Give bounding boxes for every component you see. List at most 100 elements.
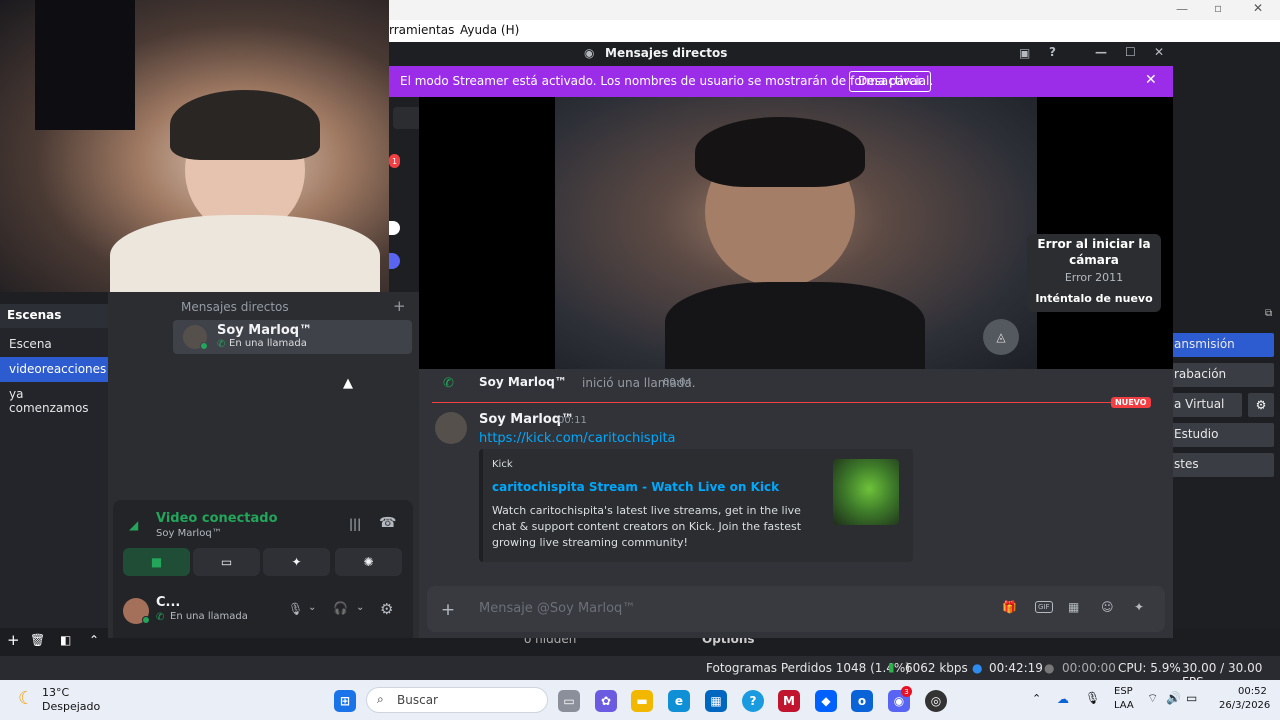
- chevron-up-icon[interactable]: ⌃: [89, 633, 99, 647]
- onedrive-icon[interactable]: ☁: [1057, 692, 1069, 706]
- inbox-icon[interactable]: ▣: [1019, 46, 1030, 60]
- chevron-down-icon[interactable]: ⌄: [356, 602, 364, 613]
- weather-text[interactable]: Despejado: [42, 700, 100, 713]
- dm-home-icon[interactable]: [393, 107, 419, 129]
- add-attachment-icon[interactable]: +: [437, 599, 459, 621]
- task-view-icon[interactable]: ▭: [558, 690, 580, 712]
- activities-button[interactable]: ✦: [263, 548, 330, 576]
- embed-description: Watch caritochispita's latest live strea…: [492, 504, 802, 549]
- dm-item[interactable]: Soy Marloq™ ✆ En una llamada: [173, 320, 412, 354]
- scene-item[interactable]: ya comenzamos: [0, 382, 108, 415]
- mcafee-icon[interactable]: M: [778, 690, 800, 712]
- clock-date[interactable]: 26/3/2026: [1219, 700, 1270, 711]
- deactivate-button[interactable]: Desactivar: [849, 71, 932, 92]
- close-icon[interactable]: ✕: [1154, 45, 1164, 59]
- shirt: [665, 282, 925, 369]
- outlook-icon[interactable]: o: [851, 690, 873, 712]
- settings-button[interactable]: stes: [1168, 453, 1274, 477]
- embed-thumbnail[interactable]: [833, 459, 899, 525]
- chevron-down-icon[interactable]: ⌄: [308, 602, 316, 613]
- gift-icon[interactable]: 🎁: [1002, 600, 1017, 614]
- message-time: 00:11: [558, 415, 587, 426]
- minimize-icon[interactable]: —: [1095, 45, 1107, 59]
- chevron-up-icon[interactable]: ⌃: [1032, 692, 1041, 705]
- soundboard-button[interactable]: ✺: [335, 548, 402, 576]
- filter-icon[interactable]: ◧: [60, 633, 71, 647]
- screen-share-button[interactable]: ▭: [193, 548, 260, 576]
- emoji-icon[interactable]: ☺: [1101, 600, 1114, 614]
- avatar[interactable]: [435, 412, 467, 444]
- microphone-icon[interactable]: 🎙: [1085, 691, 1100, 705]
- window-title: Mensajes directos: [605, 46, 728, 60]
- search-box[interactable]: ⌕ Buscar: [366, 687, 548, 713]
- help-icon[interactable]: ?: [742, 690, 764, 712]
- scene-item[interactable]: videoreacciones: [0, 357, 108, 382]
- message-link[interactable]: https://kick.com/caritochispita: [479, 431, 676, 446]
- message-input[interactable]: Mensaje @Soy Marloq™: [479, 601, 635, 616]
- live-time: 00:42:19: [989, 661, 1043, 675]
- menu-tools[interactable]: rramientas: [389, 23, 454, 37]
- dm-user-name: Soy Marloq™: [217, 323, 313, 338]
- apps-icon[interactable]: ✦: [1134, 600, 1144, 614]
- dropped-frames: Fotogramas Perdidos 1048 (1.4%): [706, 661, 910, 675]
- voice-panel: ◢ Video conectado Soy Marloq™ ||| ☎ ■ ▭ …: [113, 500, 413, 586]
- obs-icon[interactable]: ◎: [925, 690, 947, 712]
- menu-help[interactable]: Ayuda (H): [460, 23, 519, 37]
- soundboard-icon[interactable]: |||: [349, 517, 361, 531]
- search-input: Buscar: [397, 693, 438, 707]
- headphones-icon[interactable]: 🎧: [333, 601, 348, 615]
- add-icon[interactable]: +: [7, 631, 20, 649]
- retry-button[interactable]: Inténtalo de nuevo: [1027, 292, 1161, 305]
- volume-icon[interactable]: 🔊: [1166, 691, 1181, 705]
- signal-icon[interactable]: ◢: [129, 518, 138, 532]
- cpu-usage: CPU: 5.9%: [1118, 661, 1181, 675]
- self-status: En una llamada: [170, 611, 248, 622]
- studio-mode-button[interactable]: Estudio: [1168, 423, 1274, 447]
- windows-start-icon[interactable]: ⊞: [334, 690, 356, 712]
- close-icon[interactable]: ✕: [1253, 1, 1263, 15]
- close-icon[interactable]: ✕: [1145, 72, 1157, 88]
- maximize-icon[interactable]: ▫: [1214, 1, 1222, 15]
- gif-icon[interactable]: GIF: [1035, 601, 1053, 613]
- wifi-icon[interactable]: ⌔: [1147, 691, 1158, 706]
- cursor-icon: ▲: [343, 376, 353, 391]
- edge-icon[interactable]: e: [668, 690, 690, 712]
- server-icon[interactable]: [389, 253, 400, 269]
- virtual-camera-button[interactable]: a Virtual: [1168, 393, 1242, 417]
- start-recording-button[interactable]: rabación: [1168, 363, 1274, 387]
- voice-status[interactable]: Video conectado: [156, 511, 278, 526]
- clock-time[interactable]: 00:52: [1238, 686, 1267, 697]
- minimize-icon[interactable]: —: [1176, 2, 1188, 16]
- server-icon[interactable]: [389, 221, 400, 235]
- microphone-icon[interactable]: 🎙: [288, 602, 303, 616]
- gear-icon[interactable]: ⚙: [380, 600, 393, 618]
- add-dm-icon[interactable]: +: [393, 297, 406, 315]
- phone-icon: ✆: [443, 376, 454, 391]
- hangup-icon[interactable]: ☎: [379, 515, 396, 531]
- store-icon[interactable]: ▦: [705, 690, 727, 712]
- trash-icon[interactable]: 🗑: [30, 633, 45, 647]
- start-streaming-button[interactable]: ansmisión: [1168, 333, 1274, 357]
- undock-icon[interactable]: ⧉: [1265, 308, 1272, 319]
- remote-video-tile[interactable]: ◬: [555, 97, 1037, 369]
- call-event-user[interactable]: Soy Marloq™: [479, 375, 567, 389]
- lang-bottom[interactable]: LAA: [1114, 700, 1134, 711]
- new-badge: NUEVO: [1111, 397, 1151, 408]
- embed-title[interactable]: caritochispita Stream - Watch Live on Ki…: [492, 480, 779, 494]
- help-icon[interactable]: ?: [1049, 45, 1056, 59]
- weather-temp[interactable]: 13°C: [42, 686, 69, 699]
- gear-icon[interactable]: ⚙: [1248, 393, 1274, 417]
- phone-icon: ✆: [156, 612, 165, 623]
- lang-top[interactable]: ESP: [1114, 686, 1133, 697]
- self-name[interactable]: C...: [156, 595, 180, 610]
- folder-icon[interactable]: ▬: [631, 690, 653, 712]
- battery-icon[interactable]: ▭: [1186, 691, 1197, 705]
- scene-item[interactable]: Escena: [0, 332, 108, 357]
- sticker-icon[interactable]: ▦: [1068, 600, 1079, 614]
- moon-icon[interactable]: ☾: [18, 688, 34, 709]
- maximize-icon[interactable]: ☐: [1125, 45, 1136, 59]
- cast-icon[interactable]: ◬: [983, 319, 1019, 355]
- dropbox-icon[interactable]: ◆: [815, 690, 837, 712]
- camera-button[interactable]: ■: [123, 548, 190, 576]
- copilot-icon[interactable]: ✿: [595, 690, 617, 712]
